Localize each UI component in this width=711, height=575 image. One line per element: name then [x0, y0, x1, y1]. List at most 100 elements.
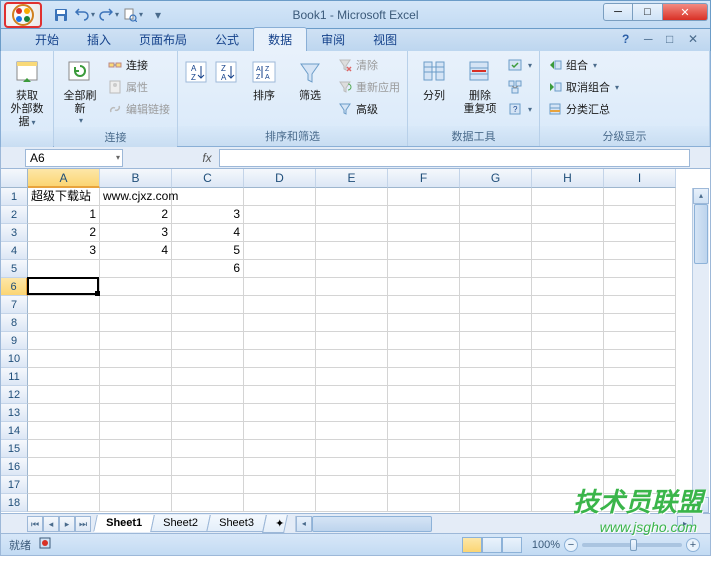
cell[interactable]: 5 — [172, 242, 244, 260]
cell[interactable]: 4 — [172, 224, 244, 242]
cell[interactable] — [460, 296, 532, 314]
cell[interactable] — [244, 260, 316, 278]
cell[interactable] — [28, 260, 100, 278]
cell[interactable] — [172, 188, 244, 206]
cell[interactable] — [244, 440, 316, 458]
row-header[interactable]: 15 — [1, 440, 28, 458]
cell[interactable] — [604, 278, 676, 296]
row-header[interactable]: 12 — [1, 386, 28, 404]
cell[interactable] — [460, 350, 532, 368]
cell[interactable] — [172, 296, 244, 314]
cell[interactable] — [100, 458, 172, 476]
cell[interactable] — [28, 368, 100, 386]
cell[interactable]: 3 — [100, 224, 172, 242]
cell[interactable] — [532, 188, 604, 206]
cell[interactable] — [532, 476, 604, 494]
cell[interactable] — [172, 332, 244, 350]
cell[interactable] — [172, 314, 244, 332]
remove-duplicates-button[interactable]: 删除重复项 — [458, 54, 502, 118]
scroll-thumb-v[interactable] — [694, 204, 708, 264]
cell[interactable] — [460, 458, 532, 476]
filter-button[interactable]: 筛选 — [288, 54, 332, 105]
print-preview-icon[interactable]: ▾ — [123, 5, 143, 25]
tab-view[interactable]: 视图 — [359, 28, 411, 51]
cell[interactable] — [172, 476, 244, 494]
cell[interactable] — [460, 314, 532, 332]
column-header[interactable]: C — [172, 169, 244, 188]
page-layout-view-button[interactable] — [482, 537, 502, 553]
data-validation-button[interactable]: ▾ — [504, 54, 535, 76]
name-box-dropdown-icon[interactable]: ▾ — [116, 153, 120, 162]
ungroup-button[interactable]: 取消组合▾ — [544, 76, 622, 98]
cell[interactable] — [316, 314, 388, 332]
cell[interactable] — [532, 260, 604, 278]
cell[interactable] — [28, 296, 100, 314]
cell[interactable] — [316, 458, 388, 476]
cell[interactable] — [244, 314, 316, 332]
consolidate-button[interactable] — [504, 76, 535, 98]
cell[interactable] — [100, 494, 172, 512]
cell[interactable] — [100, 278, 172, 296]
cell[interactable] — [532, 404, 604, 422]
cell[interactable] — [460, 224, 532, 242]
cell[interactable] — [244, 350, 316, 368]
row-header[interactable]: 9 — [1, 332, 28, 350]
cell[interactable] — [388, 314, 460, 332]
group-button[interactable]: 组合▾ — [544, 54, 622, 76]
column-header[interactable]: A — [28, 169, 100, 188]
sort-za-button[interactable]: ZA — [212, 54, 240, 90]
cell[interactable] — [460, 422, 532, 440]
row-header[interactable]: 5 — [1, 260, 28, 278]
minimize-ribbon-icon[interactable]: ─ — [644, 32, 658, 46]
cell[interactable] — [388, 404, 460, 422]
name-box[interactable]: A6▾ — [25, 149, 123, 167]
new-sheet-button[interactable]: ✦ — [262, 515, 288, 533]
sheet-tab[interactable]: Sheet3 — [206, 515, 266, 532]
what-if-button[interactable]: ?▾ — [504, 98, 535, 120]
cell[interactable] — [244, 458, 316, 476]
cell[interactable] — [244, 404, 316, 422]
cell[interactable] — [100, 404, 172, 422]
cell[interactable] — [100, 440, 172, 458]
scroll-up-icon[interactable]: ▴ — [693, 188, 709, 204]
cell[interactable]: 2 — [100, 206, 172, 224]
cell[interactable] — [172, 458, 244, 476]
cell[interactable] — [388, 350, 460, 368]
cell[interactable] — [604, 404, 676, 422]
cell[interactable] — [316, 440, 388, 458]
cell[interactable] — [244, 296, 316, 314]
tab-home[interactable]: 开始 — [21, 28, 73, 51]
scroll-left-icon[interactable]: ◂ — [296, 516, 312, 532]
cell[interactable] — [460, 206, 532, 224]
cell[interactable] — [604, 494, 676, 512]
cell[interactable] — [604, 476, 676, 494]
macro-record-icon[interactable] — [39, 537, 51, 552]
cell[interactable] — [28, 350, 100, 368]
help-icon[interactable]: ? — [622, 32, 636, 46]
cell[interactable] — [28, 332, 100, 350]
maximize-button[interactable]: □ — [633, 3, 663, 21]
scroll-right-icon[interactable]: ▸ — [677, 516, 693, 532]
cell[interactable] — [100, 296, 172, 314]
cell[interactable] — [460, 242, 532, 260]
cell[interactable] — [100, 368, 172, 386]
cell[interactable]: 1 — [28, 206, 100, 224]
tab-data[interactable]: 数据 — [253, 27, 307, 51]
normal-view-button[interactable] — [462, 537, 482, 553]
row-header[interactable]: 4 — [1, 242, 28, 260]
tab-formulas[interactable]: 公式 — [201, 28, 253, 51]
cell[interactable] — [100, 476, 172, 494]
cell[interactable] — [100, 314, 172, 332]
row-header[interactable]: 3 — [1, 224, 28, 242]
cell[interactable] — [460, 368, 532, 386]
cell[interactable] — [460, 404, 532, 422]
row-header[interactable]: 8 — [1, 314, 28, 332]
cell[interactable] — [28, 458, 100, 476]
tab-insert[interactable]: 插入 — [73, 28, 125, 51]
cell[interactable] — [28, 386, 100, 404]
column-header[interactable]: D — [244, 169, 316, 188]
save-icon[interactable] — [51, 5, 71, 25]
cell[interactable] — [532, 296, 604, 314]
cell[interactable] — [388, 188, 460, 206]
vertical-scrollbar[interactable]: ▴ ▾ — [692, 188, 709, 513]
